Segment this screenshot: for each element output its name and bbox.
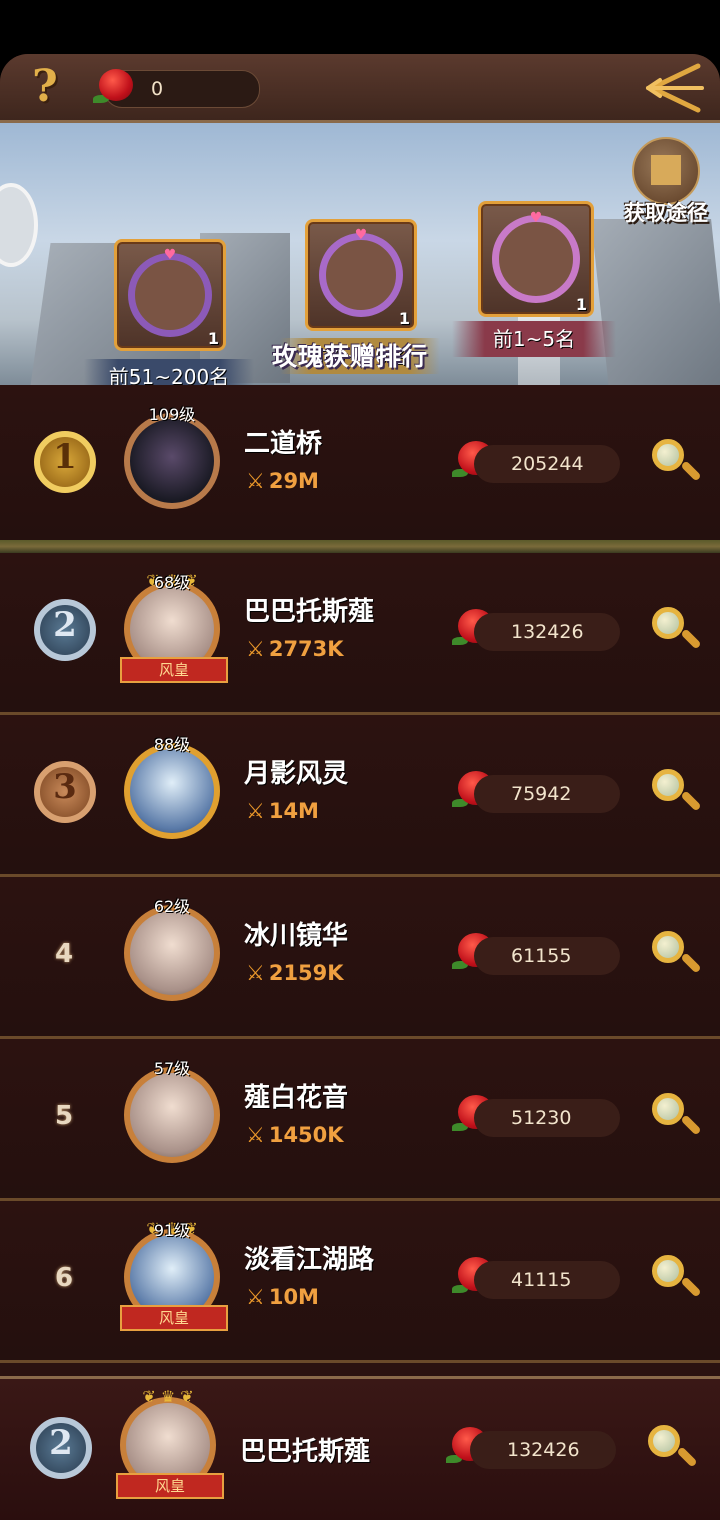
ranking-row[interactable]: 6 ❦ ♛ ❦ 91级 风皇 淡看江湖路 ⚔ 10M 41115 bbox=[0, 1201, 720, 1363]
magnifier-icon[interactable] bbox=[650, 605, 702, 657]
magnifier-icon[interactable] bbox=[650, 929, 702, 981]
ranking-row[interactable]: 2 ❦ ♛ ❦ 68级 风皇 巴巴托斯薤 ⚔ 2773K 132426 bbox=[0, 553, 720, 715]
rose-score: 132426 bbox=[474, 613, 620, 651]
tier-label: 前51~200名 bbox=[84, 359, 254, 385]
player-name: 冰川镜华 bbox=[244, 921, 349, 951]
rose-score: 205244 bbox=[474, 445, 620, 483]
swords-icon: ⚔ bbox=[246, 961, 265, 985]
swords-icon: ⚔ bbox=[246, 1285, 265, 1309]
power-value: ⚔ 10M bbox=[246, 1285, 319, 1309]
magnifier-icon[interactable] bbox=[650, 1091, 702, 1143]
title-ribbon: 风皇 bbox=[116, 1473, 224, 1499]
avatar[interactable] bbox=[124, 743, 220, 839]
player-level: 109级 bbox=[148, 405, 196, 424]
magnifier-icon[interactable] bbox=[650, 767, 702, 819]
obtain-source-button[interactable]: 获取途径 bbox=[620, 137, 712, 233]
ranking-row[interactable]: 5 57级 薤白花音 ⚔ 1450K 51230 bbox=[0, 1039, 720, 1201]
player-name: 巴巴托斯薤 bbox=[240, 1437, 371, 1467]
back-arrow-icon[interactable] bbox=[644, 60, 706, 116]
player-level: 57级 bbox=[153, 1059, 191, 1078]
ranking-row[interactable]: 4 62级 冰川镜华 ⚔ 2159K 61155 bbox=[0, 877, 720, 1039]
divider bbox=[0, 540, 720, 553]
laurel-icon: ❦ ♛ ❦ bbox=[142, 1387, 194, 1406]
rank-number: 5 bbox=[54, 1101, 74, 1131]
rose-count: 0 bbox=[151, 78, 164, 100]
magnifier-icon[interactable] bbox=[650, 1253, 702, 1305]
rock-decor bbox=[591, 219, 720, 385]
player-level: 91级 bbox=[153, 1221, 191, 1240]
power-value: ⚔ 2159K bbox=[246, 961, 344, 985]
avatar[interactable] bbox=[124, 1067, 220, 1163]
player-level: 62级 bbox=[153, 897, 191, 916]
player-name: 薤白花音 bbox=[244, 1083, 349, 1113]
ranking-row[interactable]: 3 88级 月影风灵 ⚔ 14M 75942 bbox=[0, 715, 720, 877]
rose-score: 61155 bbox=[474, 937, 620, 975]
my-rank-row[interactable]: 2 ❦ ♛ ❦ 风皇 巴巴托斯薤 132426 bbox=[0, 1376, 720, 1520]
banner-title: 玫瑰获赠排行 bbox=[272, 342, 429, 371]
player-name: 二道桥 bbox=[244, 429, 323, 459]
reward-banner: ♥ 1 前51~200名 ♥ 1 前6~50名 ♥ 1 前1~5名 玫瑰获赠排行… bbox=[0, 123, 720, 385]
swords-icon: ⚔ bbox=[246, 637, 265, 661]
rose-icon bbox=[91, 65, 135, 109]
magnifier-icon[interactable] bbox=[646, 1423, 698, 1475]
obtain-source-label: 获取途径 bbox=[624, 201, 708, 225]
ranking-list: 1 109级 二道桥 ⚔ 29M 205244 2 ❦ ♛ ❦ 68级 风皇 巴巴… bbox=[0, 385, 720, 1363]
top-bar: ? 0 bbox=[0, 54, 720, 123]
gift-icon bbox=[632, 137, 700, 205]
avatar[interactable] bbox=[124, 413, 220, 509]
player-level: 88级 bbox=[153, 735, 191, 754]
power-value: ⚔ 29M bbox=[246, 469, 319, 493]
swords-icon: ⚔ bbox=[246, 469, 265, 493]
rank-number: 6 bbox=[54, 1263, 74, 1293]
rank-medal-silver: 2 bbox=[30, 1417, 92, 1479]
rose-score: 75942 bbox=[474, 775, 620, 813]
prize-frame-tier2[interactable]: ♥ 1 bbox=[305, 219, 417, 331]
tier-label: 前1~5名 bbox=[452, 321, 616, 357]
ranking-screen: ? 0 ♥ 1 前51~200名 ♥ 1 前6~50名 ♥ 1 前1~5名 玫瑰… bbox=[0, 54, 720, 1520]
player-name: 巴巴托斯薤 bbox=[244, 597, 375, 627]
prize-frame-tier1[interactable]: ♥ 1 bbox=[478, 201, 594, 317]
rank-number: 4 bbox=[54, 939, 74, 969]
player-level: 68级 bbox=[153, 573, 191, 592]
player-name: 淡看江湖路 bbox=[244, 1245, 375, 1275]
player-name: 月影风灵 bbox=[244, 759, 349, 789]
magnifier-icon[interactable] bbox=[650, 437, 702, 489]
ranking-row[interactable]: 1 109级 二道桥 ⚔ 29M 205244 bbox=[0, 385, 720, 540]
rank-medal-silver: 2 bbox=[34, 599, 96, 661]
rose-score: 41115 bbox=[474, 1261, 620, 1299]
avatar[interactable] bbox=[124, 905, 220, 1001]
rose-score: 51230 bbox=[474, 1099, 620, 1137]
rank-medal-gold: 1 bbox=[34, 431, 96, 493]
power-value: ⚔ 1450K bbox=[246, 1123, 344, 1147]
prize-frame-tier3[interactable]: ♥ 1 bbox=[114, 239, 226, 351]
power-value: ⚔ 2773K bbox=[246, 637, 344, 661]
swords-icon: ⚔ bbox=[246, 799, 265, 823]
title-ribbon: 风皇 bbox=[120, 657, 228, 683]
title-ribbon: 风皇 bbox=[120, 1305, 228, 1331]
help-button[interactable]: ? bbox=[32, 64, 68, 110]
power-value: ⚔ 14M bbox=[246, 799, 319, 823]
swords-icon: ⚔ bbox=[246, 1123, 265, 1147]
rank-medal-bronze: 3 bbox=[34, 761, 96, 823]
side-tab[interactable] bbox=[0, 183, 38, 267]
rose-score: 132426 bbox=[470, 1431, 616, 1469]
rose-balance: 0 bbox=[93, 69, 260, 108]
